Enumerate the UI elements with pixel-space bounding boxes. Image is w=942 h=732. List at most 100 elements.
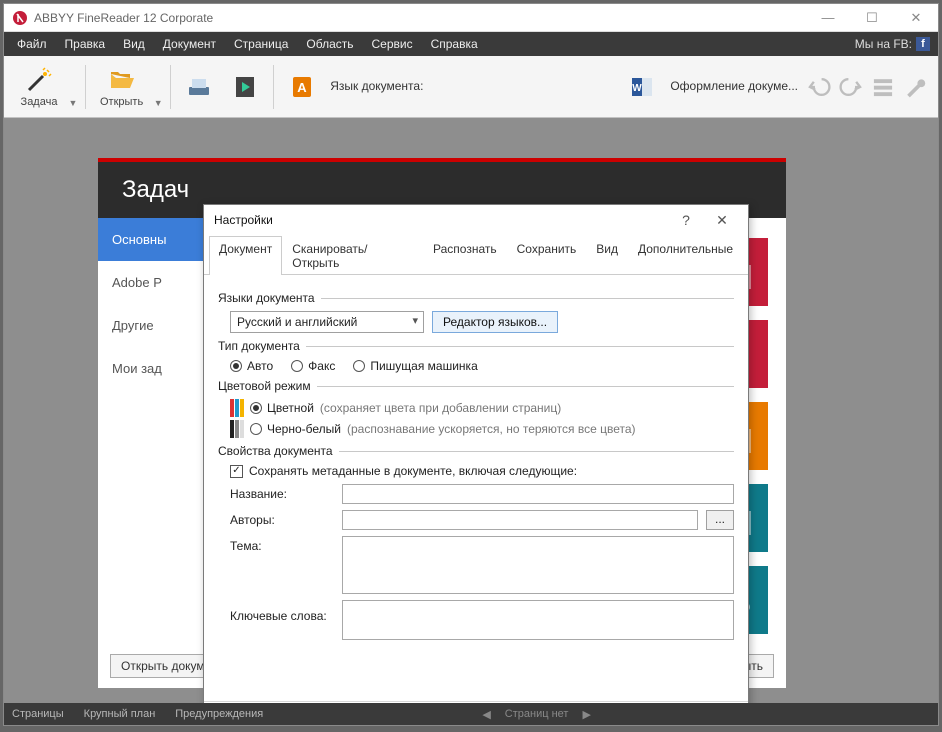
word-button[interactable]: W <box>620 69 664 105</box>
dialog-titlebar: Настройки ? ✕ <box>204 205 748 235</box>
lang-select[interactable]: Русский и английский <box>230 311 424 333</box>
titlebar: ABBYY FineReader 12 Corporate — ☐ ✕ <box>4 4 938 32</box>
dialog-footer: OK Отмена Справка <box>204 701 748 703</box>
app-window: ABBYY FineReader 12 Corporate — ☐ ✕ Файл… <box>3 3 939 726</box>
read-button[interactable] <box>223 69 267 105</box>
radio-fax[interactable]: Факс <box>291 359 335 373</box>
menu-page[interactable]: Страница <box>225 32 297 56</box>
authors-input[interactable] <box>342 510 698 530</box>
dialog-body: Языки документа Русский и английский Ред… <box>204 275 748 701</box>
tab-save[interactable]: Сохранить <box>507 236 587 275</box>
open-button[interactable]: Открыть <box>92 62 151 112</box>
dict-button[interactable]: A <box>280 69 324 105</box>
dialog-help-button[interactable]: ? <box>668 212 704 228</box>
scan-button[interactable] <box>177 69 221 105</box>
close-button[interactable]: ✕ <box>894 4 938 32</box>
fb-label: Мы на FB: <box>855 37 912 51</box>
radio-icon <box>250 402 262 414</box>
name-input[interactable] <box>342 484 734 504</box>
menu-service[interactable]: Сервис <box>363 32 422 56</box>
scanner-icon <box>185 73 213 101</box>
undo-icon[interactable] <box>806 74 832 100</box>
open-label: Открыть <box>100 96 143 108</box>
status-zoom[interactable]: Крупный план <box>84 708 156 720</box>
authors-label: Авторы: <box>230 510 334 527</box>
checkbox-icon: ✓ <box>230 465 243 478</box>
authors-browse-button[interactable]: ... <box>706 510 734 530</box>
sidebar-item-adobe[interactable]: Adobe P <box>98 261 206 304</box>
tab-document[interactable]: Документ <box>209 236 282 275</box>
task-button[interactable]: Задача <box>12 62 66 112</box>
tab-advanced[interactable]: Дополнительные <box>628 236 743 275</box>
status-mid: Страниц нет <box>505 708 569 720</box>
bw-swatch-icon <box>230 420 244 438</box>
radio-icon <box>291 360 303 372</box>
task-panel-title: Задач <box>122 176 189 204</box>
design-label: Оформление докуме... <box>670 79 798 93</box>
open-document-button[interactable]: Открыть докум <box>110 654 216 678</box>
prev-page-icon[interactable]: ◀ <box>482 708 490 721</box>
toolbar: Задача ▼ Открыть ▼ A Язык документа: W <box>4 56 938 118</box>
statusbar: Страницы Крупный план Предупреждения ◀ С… <box>4 703 938 725</box>
app-title: ABBYY FineReader 12 Corporate <box>34 11 806 25</box>
doc-lang-label: Язык документа: <box>330 79 423 93</box>
radio-icon <box>250 423 262 435</box>
next-page-icon[interactable]: ▶ <box>582 708 590 721</box>
radio-auto[interactable]: Авто <box>230 359 273 373</box>
dialog-title: Настройки <box>214 213 668 227</box>
facebook-link[interactable]: Мы на FB: f <box>855 32 934 56</box>
metadata-checkbox[interactable]: ✓ Сохранять метаданные в документе, вклю… <box>230 464 734 478</box>
radio-color[interactable]: Цветной <box>250 401 314 415</box>
window-buttons: — ☐ ✕ <box>806 4 938 32</box>
facebook-icon: f <box>916 37 930 51</box>
name-label: Название: <box>230 484 334 501</box>
status-pages[interactable]: Страницы <box>12 708 64 720</box>
wand-icon <box>25 66 53 94</box>
settings-dialog: Настройки ? ✕ Документ Сканировать/Откры… <box>203 204 749 703</box>
sidebar-item-main[interactable]: Основны <box>98 218 206 261</box>
open-dropdown[interactable]: ▼ <box>152 62 164 108</box>
dialog-tabs: Документ Сканировать/Открыть Распознать … <box>204 235 748 275</box>
word-icon: W <box>628 73 656 101</box>
tab-scan[interactable]: Сканировать/Открыть <box>282 236 423 275</box>
svg-text:W: W <box>633 83 643 94</box>
task-dropdown[interactable]: ▼ <box>67 62 79 108</box>
content: Задач Основны Adobe P Другие Мои зад A О… <box>4 118 938 703</box>
svg-text:A: A <box>298 80 308 95</box>
radio-bw[interactable]: Черно-белый <box>250 422 341 436</box>
tools-icon[interactable] <box>902 74 928 100</box>
app-logo-icon <box>12 10 28 26</box>
menu-file[interactable]: Файл <box>8 32 56 56</box>
theme-label: Тема: <box>230 536 334 553</box>
menu-edit[interactable]: Правка <box>56 32 115 56</box>
dictionary-icon: A <box>288 73 316 101</box>
menu-area[interactable]: Область <box>297 32 362 56</box>
status-pager: ◀ Страниц нет ▶ <box>283 708 790 721</box>
maximize-button[interactable]: ☐ <box>850 4 894 32</box>
theme-input[interactable] <box>342 536 734 594</box>
props-section-label: Свойства документа <box>218 444 333 458</box>
keywords-input[interactable] <box>342 600 734 640</box>
dialog-close-button[interactable]: ✕ <box>704 212 740 229</box>
tab-recognize[interactable]: Распознать <box>423 236 507 275</box>
minimize-button[interactable]: — <box>806 4 850 32</box>
options-icon[interactable] <box>870 74 896 100</box>
sidebar-item-my[interactable]: Мои зад <box>98 347 206 390</box>
keywords-label: Ключевые слова: <box>230 606 334 623</box>
menu-document[interactable]: Документ <box>154 32 225 56</box>
color-section-label: Цветовой режим <box>218 379 311 393</box>
menu-help[interactable]: Справка <box>422 32 487 56</box>
radio-typewriter[interactable]: Пишущая машинка <box>353 359 477 373</box>
menu-view[interactable]: Вид <box>114 32 154 56</box>
status-warnings[interactable]: Предупреждения <box>175 708 263 720</box>
radio-icon <box>353 360 365 372</box>
task-label: Задача <box>21 96 58 108</box>
lang-section-label: Языки документа <box>218 291 315 305</box>
color-swatch-icon <box>230 399 244 417</box>
lang-editor-button[interactable]: Редактор языков... <box>432 311 558 333</box>
tab-view[interactable]: Вид <box>586 236 628 275</box>
sidebar-item-other[interactable]: Другие <box>98 304 206 347</box>
play-doc-icon <box>231 73 259 101</box>
redo-icon[interactable] <box>838 74 864 100</box>
type-section-label: Тип документа <box>218 339 300 353</box>
